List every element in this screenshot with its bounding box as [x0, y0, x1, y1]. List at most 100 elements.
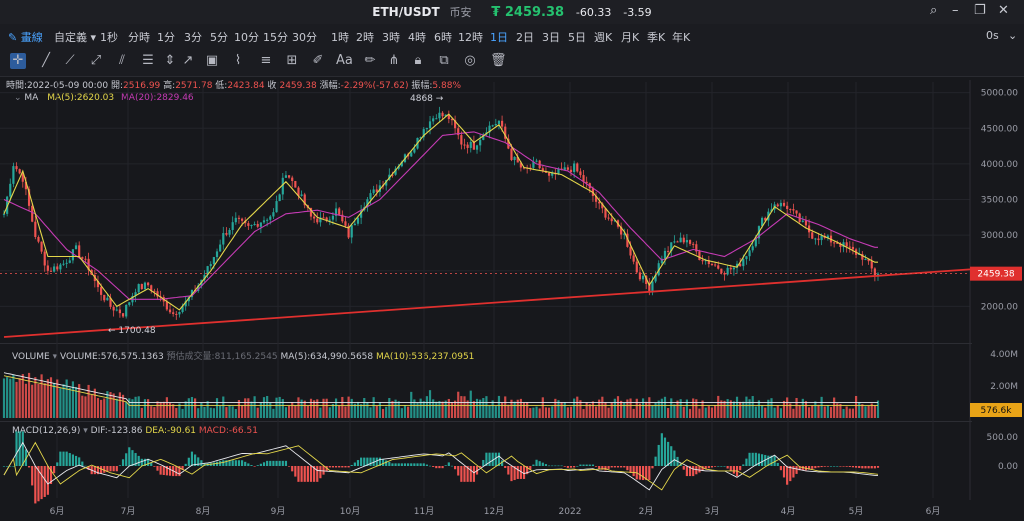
- candle-body: [851, 246, 855, 250]
- brush-icon[interactable]: ✐: [310, 53, 326, 69]
- volume-bar: [190, 396, 194, 418]
- candle-body: [748, 250, 751, 257]
- interval-16[interactable]: 3日: [542, 29, 560, 45]
- interval-3[interactable]: 3分: [184, 29, 202, 45]
- candle-body: [663, 250, 667, 259]
- custom-interval-dropdown[interactable]: 自定義 ▾: [54, 29, 96, 45]
- candle-body: [125, 304, 128, 317]
- interval-18[interactable]: 週K: [594, 29, 612, 45]
- extended-line-icon[interactable]: ⤢: [88, 53, 104, 69]
- text-tool-icon[interactable]: Aa: [336, 53, 353, 69]
- macd-histogram-bar: [867, 466, 870, 469]
- draw-button[interactable]: ✎ 畫線: [8, 29, 43, 45]
- macd-histogram-bar: [56, 462, 59, 466]
- interval-4[interactable]: 5分: [210, 29, 228, 45]
- arrow-icon[interactable]: ↗: [180, 53, 196, 69]
- volume-bar: [96, 398, 100, 418]
- magnet-icon[interactable]: ⋔: [386, 53, 402, 69]
- pencil-icon[interactable]: ✏: [362, 53, 378, 69]
- interval-10[interactable]: 3時: [382, 29, 400, 45]
- macd-histogram-bar: [582, 464, 585, 466]
- macd-histogram-bar: [410, 463, 413, 466]
- candle-body: [682, 237, 685, 243]
- interval-11[interactable]: 4時: [408, 29, 426, 45]
- macd-histogram-bar: [190, 451, 194, 466]
- ma-legend[interactable]: ⌄ MA MA(5):2620.03 MA(20):2829.46: [14, 93, 194, 103]
- macd-histogram-bar: [71, 454, 75, 466]
- interval-13[interactable]: 12時: [458, 29, 483, 45]
- candle-body: [626, 233, 629, 247]
- close-icon[interactable]: ✕: [998, 3, 1009, 18]
- interval-2[interactable]: 1分: [157, 29, 175, 45]
- macd-histogram-bar: [425, 464, 428, 466]
- candle-body: [372, 189, 375, 194]
- candle-body: [823, 235, 826, 238]
- fibonacci-icon[interactable]: ≡: [258, 53, 274, 69]
- macd-histogram-bar: [438, 466, 441, 469]
- restore-icon[interactable]: ❐: [974, 3, 986, 18]
- interval-0[interactable]: 1秒: [100, 29, 118, 45]
- candle-body: [112, 306, 115, 311]
- macd-histogram-bar: [294, 466, 297, 477]
- volume-bar: [103, 398, 106, 418]
- volume-legend[interactable]: VOLUME ▾ VOLUME:576,575.1363 預估成交量:811,1…: [12, 349, 474, 362]
- macd-histogram-bar: [134, 453, 137, 466]
- low-label: 低:: [215, 81, 228, 91]
- candle-body: [604, 208, 607, 218]
- macd-histogram-bar: [68, 453, 71, 466]
- copy-icon[interactable]: ⧉: [436, 53, 452, 69]
- candle-body: [334, 208, 338, 216]
- ray-tool-icon[interactable]: ⟋: [62, 53, 78, 69]
- candle-body: [739, 263, 742, 267]
- candle-body: [344, 221, 347, 226]
- volume-bar: [673, 404, 676, 418]
- volume-bar: [212, 408, 215, 418]
- horizontal-line-icon[interactable]: ☰: [140, 53, 156, 69]
- interval-5[interactable]: 10分: [234, 29, 259, 45]
- macd-histogram-bar: [407, 463, 410, 466]
- candle-body: [742, 259, 745, 267]
- candle-body: [6, 196, 9, 214]
- interval-21[interactable]: 年K: [672, 29, 690, 45]
- volume-bar: [53, 382, 56, 418]
- path-tool-icon[interactable]: ⌇: [230, 53, 246, 69]
- volume-bar: [375, 405, 378, 418]
- interval-12[interactable]: 6時: [434, 29, 452, 45]
- crosshair-tool-icon[interactable]: ✛: [10, 53, 26, 69]
- macd-histogram-bar: [529, 466, 532, 470]
- interval-7[interactable]: 30分: [292, 29, 317, 45]
- search-icon[interactable]: ⌕: [930, 3, 937, 18]
- interval-20[interactable]: 季K: [647, 29, 665, 45]
- macd-histogram-bar: [325, 466, 328, 472]
- macd-histogram-bar: [140, 458, 143, 466]
- minimize-icon[interactable]: –: [952, 3, 959, 18]
- candle-body: [479, 139, 482, 146]
- measure-icon[interactable]: ⊞: [284, 53, 300, 69]
- price-range-icon[interactable]: ⇕: [162, 53, 178, 69]
- interval-19[interactable]: 月K: [621, 29, 639, 45]
- parallel-line-icon[interactable]: ⫽: [114, 53, 130, 69]
- lock-icon[interactable]: 🔒︎: [410, 53, 426, 69]
- interval-1[interactable]: 分時: [128, 29, 150, 45]
- macd-histogram-bar: [833, 466, 836, 467]
- rectangle-tool-icon[interactable]: ▣: [204, 53, 220, 69]
- macd-histogram-bar: [15, 431, 18, 466]
- volume-bar: [65, 379, 68, 418]
- macd-histogram-bar: [347, 466, 350, 468]
- macd-legend[interactable]: MACD(12,26,9) ▾ DIF:-123.86 DEA:-90.61 M…: [12, 426, 258, 436]
- volume-bar: [381, 408, 385, 418]
- interval-14[interactable]: 1日: [490, 29, 508, 45]
- visibility-icon[interactable]: ◎: [462, 53, 478, 69]
- macd-histogram-bar: [807, 466, 811, 470]
- trendline-tool-icon[interactable]: ╱: [38, 53, 54, 69]
- interval-15[interactable]: 2日: [516, 29, 534, 45]
- macd-histogram-bar: [259, 463, 262, 466]
- volume-bar: [385, 406, 388, 418]
- candle-body: [24, 181, 28, 190]
- interval-9[interactable]: 2時: [356, 29, 374, 45]
- chevron-down-icon[interactable]: ⌄: [1008, 29, 1017, 42]
- trash-icon[interactable]: 🗑︎: [490, 53, 507, 69]
- interval-6[interactable]: 15分: [263, 29, 288, 45]
- interval-17[interactable]: 5日: [568, 29, 586, 45]
- interval-8[interactable]: 1時: [331, 29, 349, 45]
